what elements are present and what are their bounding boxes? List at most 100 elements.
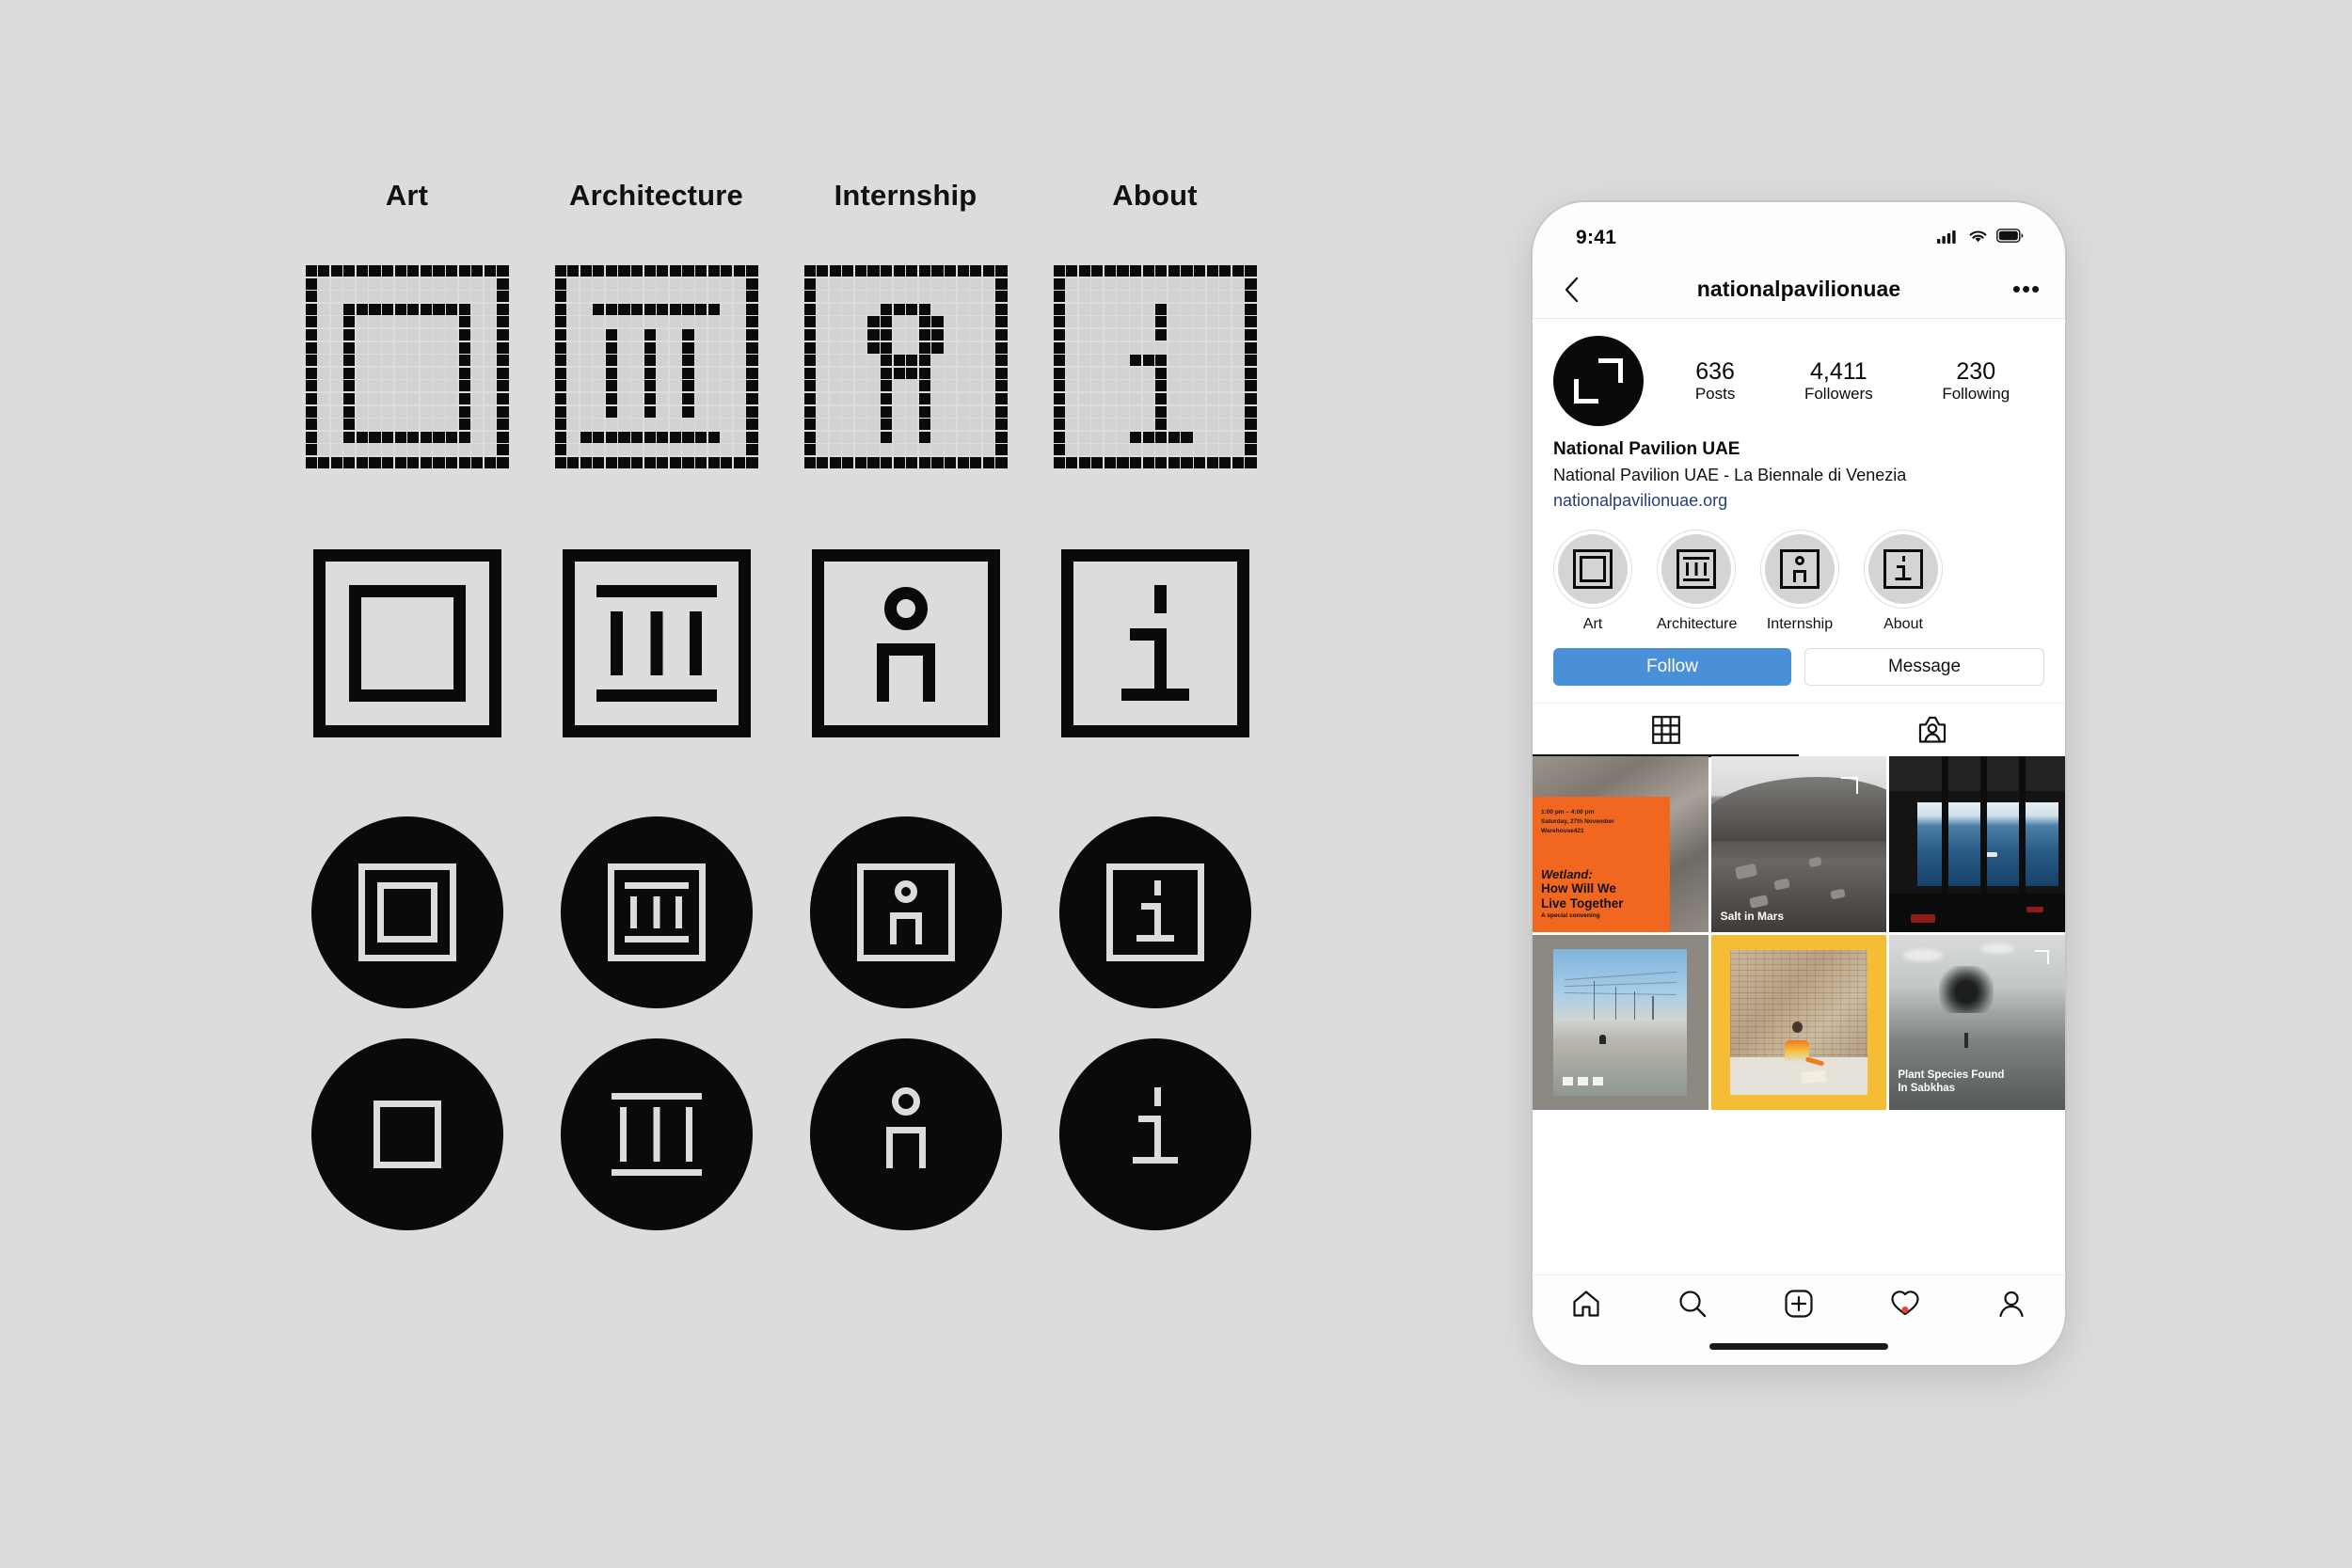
framed-square-icon [1573,549,1613,589]
more-options-icon[interactable]: ••• [2010,277,2042,301]
icon-row-circle-framed [282,816,1251,1008]
poster-meta: 1:00 pm – 4:00 pm Saturday, 27th Novembe… [1541,808,1614,836]
tagged-tab-icon [1918,716,1946,743]
story-highlights: Art Architecture Internship About [1533,511,2065,633]
highlight-architecture[interactable]: Architecture [1657,530,1737,633]
post-tile-salt-in-mars[interactable]: Salt in Mars [1710,756,1887,932]
post-caption-salt-in-mars: Salt in Mars [1720,909,1785,923]
post-caption-line1: Plant Species Found [1898,1069,2005,1082]
corner-bracket-icon [1841,777,1859,795]
search-icon[interactable] [1639,1289,1745,1319]
stat-following[interactable]: 230 Following [1942,358,2010,404]
poster-date: Saturday, 27th November [1541,817,1614,825]
tab-tagged[interactable] [1799,704,2065,756]
profile-icon[interactable] [1959,1289,2065,1319]
icon-row-circle-plain [282,1038,1251,1230]
post-tile-archive-research-table[interactable] [1710,934,1887,1111]
circle-plain-square-icon [310,1038,503,1230]
highlight-art[interactable]: Art [1553,530,1632,633]
highlight-about[interactable]: About [1864,530,1943,633]
profile-bio: National Pavilion UAE National Pavilion … [1533,426,2065,511]
avatar[interactable] [1553,336,1644,426]
highlight-label-art: Art [1582,616,1603,632]
stat-posts-label: Posts [1694,385,1736,404]
lineart-framed-square-icon [312,549,501,737]
home-indicator [1709,1343,1888,1350]
profile-description: National Pavilion UAE - La Biennale di V… [1553,466,1907,484]
poster-venue: Warehouse421 [1541,828,1584,835]
follow-button[interactable]: Follow [1553,648,1791,686]
lineart-information-i-icon [1060,549,1249,737]
circle-framed-square-icon [310,816,503,1008]
stat-following-label: Following [1942,385,2010,404]
status-time: 9:41 [1576,227,1617,248]
corner-bracket-icon [2035,950,2050,965]
profile-tab-strip [1533,703,2065,757]
column-header-internship: Internship [834,179,977,212]
stat-followers-value: 4,411 [1809,357,1867,385]
wifi-icon [1968,229,1988,248]
lineart-classical-columns-icon [562,549,751,737]
avatar-corner-top-right [1598,358,1623,383]
column-headers: Art Architecture Internship About [282,179,1251,213]
bottom-tab-bar [1533,1275,2065,1365]
poster-subtitle: A special convening [1541,911,1600,919]
post-grid: 1:00 pm – 4:00 pm Saturday, 27th Novembe… [1533,756,2065,1111]
profile-username-title: nationalpavilionuae [1696,277,1901,301]
poster-title-italic: Wetland: [1541,867,1593,882]
person-figure-icon [1780,549,1820,589]
post-tile-gallery-sea-installation[interactable] [1889,756,2065,932]
classical-columns-icon [1677,549,1716,589]
information-i-icon [1883,549,1923,589]
avatar-corner-bottom-left [1574,379,1598,404]
stat-posts[interactable]: 636 Posts [1695,358,1736,404]
profile-actions: Follow Message [1533,633,2065,686]
circle-plain-information-icon [1058,1038,1251,1230]
poster-panel: 1:00 pm – 4:00 pm Saturday, 27th Novembe… [1533,796,1670,932]
back-chevron-icon[interactable] [1555,277,1587,303]
lineart-person-figure-icon [811,549,1000,737]
post-tile-salt-flats-pylons[interactable] [1533,934,1708,1111]
navigation-bar: nationalpavilionuae ••• [1533,261,2065,319]
profile-website-link[interactable]: nationalpavilionuae.org [1553,491,2044,511]
grid-tab-icon [1651,716,1680,744]
profile-stats: 636 Posts 4,411 Followers 230 Following [1644,358,2044,404]
signal-bars-icon [1937,229,1960,248]
stat-followers[interactable]: 4,411 Followers [1804,358,1873,404]
poster-title-line1: How Will We [1541,881,1616,896]
circle-information-i-icon [1058,816,1251,1008]
stat-posts-value: 636 [1695,357,1735,385]
circle-plain-columns-icon [560,1038,753,1230]
stat-following-value: 230 [1956,357,1996,385]
pixel-person-figure-icon [803,265,1008,468]
stat-followers-label: Followers [1804,385,1873,404]
battery-full-icon [1996,229,2024,247]
post-tile-wetland-convening[interactable]: 1:00 pm – 4:00 pm Saturday, 27th Novembe… [1533,756,1708,932]
home-icon[interactable] [1533,1289,1639,1319]
post-tile-plant-species-sabkhas[interactable]: Plant Species Found In Sabkhas [1889,934,2065,1111]
column-header-art: Art [385,179,429,212]
post-caption-plant-species: Plant Species Found In Sabkhas [1898,1069,2004,1095]
circle-classical-columns-icon [560,816,753,1008]
highlight-internship[interactable]: Internship [1760,530,1839,633]
profile-content: 636 Posts 4,411 Followers 230 Following … [1533,319,2065,1275]
circle-person-figure-icon [809,816,1002,1008]
add-post-icon[interactable] [1745,1289,1851,1319]
highlight-label-about: About [1883,616,1923,632]
tab-grid[interactable] [1533,704,1799,757]
partner-logos [1563,1077,1604,1086]
icon-row-pixel [282,265,1257,468]
heart-icon[interactable] [1852,1289,1959,1317]
pixel-information-i-icon [1053,265,1257,468]
status-bar: 9:41 [1533,202,2065,261]
poster-title: Wetland: How Will We Live Together A spe… [1541,867,1624,918]
icon-row-lineart [282,549,1251,737]
profile-header: 636 Posts 4,411 Followers 230 Following [1533,319,2065,426]
profile-display-name: National Pavilion UAE [1553,439,1740,459]
column-header-architecture: Architecture [568,179,743,212]
highlight-label-internship: Internship [1766,616,1834,632]
post-caption-line2: In Sabkhas [1898,1082,1956,1094]
pixel-classical-columns-icon [554,265,758,468]
icon-specimen-board: Art Architecture Internship About [282,179,1257,1260]
message-button[interactable]: Message [1804,648,2044,686]
